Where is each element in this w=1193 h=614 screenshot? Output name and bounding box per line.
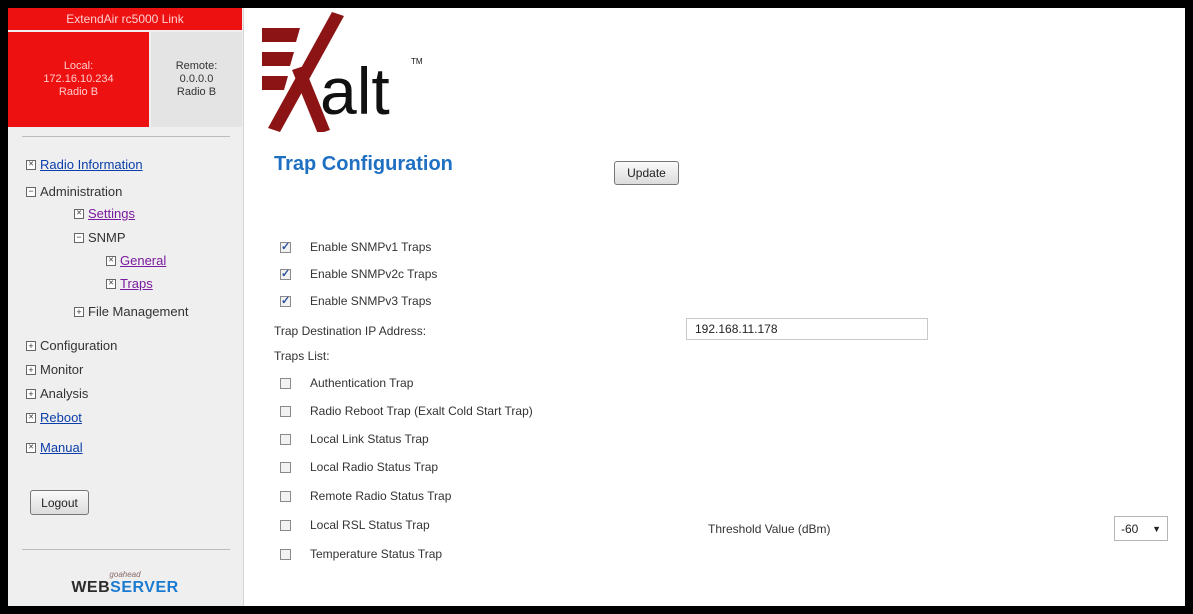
nav-reboot[interactable]: Reboot xyxy=(26,410,82,425)
trap-row-local-radio[interactable]: Local Radio Status Trap xyxy=(280,458,438,476)
snmpv2c-row[interactable]: Enable SNMPv2c Traps xyxy=(280,265,437,283)
trap-row-temperature[interactable]: Temperature Status Trap xyxy=(280,545,442,563)
snmpv2c-label: Enable SNMPv2c Traps xyxy=(310,267,438,281)
page-title: Trap Configuration xyxy=(274,153,453,175)
traps-list-label: Traps List: xyxy=(274,349,330,363)
expanded-node-icon[interactable] xyxy=(26,186,36,197)
collapsed-node-icon[interactable] xyxy=(26,364,36,375)
webserver-logo: WEBSERVER xyxy=(8,579,242,597)
expanded-node-icon[interactable] xyxy=(74,232,84,243)
local-ip: 172.16.10.234 xyxy=(43,73,114,85)
leaf-node-icon xyxy=(74,208,84,219)
nav-configuration[interactable]: Configuration xyxy=(26,338,117,353)
leaf-node-icon xyxy=(26,442,36,453)
nav-traps[interactable]: Traps xyxy=(106,276,153,291)
exalt-logo: alt TM xyxy=(262,12,423,132)
webserver-part1: WEB xyxy=(71,579,111,596)
snmpv3-checkbox[interactable] xyxy=(280,294,291,307)
trap-checkbox[interactable] xyxy=(280,519,291,531)
monitor-label: Monitor xyxy=(40,362,84,377)
trap-checkbox[interactable] xyxy=(280,548,291,560)
chevron-down-icon: ▼ xyxy=(1152,523,1161,534)
threshold-select[interactable]: -60 ▼ xyxy=(1114,516,1168,541)
sidebar: ExtendAir rc5000 Link Local: 172.16.10.2… xyxy=(8,8,244,606)
trap-label: Authentication Trap xyxy=(310,376,414,390)
reboot-link[interactable]: Reboot xyxy=(40,410,82,425)
trap-checkbox[interactable] xyxy=(280,405,291,417)
threshold-value: -60 xyxy=(1121,521,1139,536)
leaf-node-icon xyxy=(26,412,36,423)
configuration-label: Configuration xyxy=(40,338,118,353)
snmpv3-label: Enable SNMPv3 Traps xyxy=(310,294,432,308)
nav-general[interactable]: General xyxy=(106,253,166,268)
trap-label: Remote Radio Status Trap xyxy=(310,489,452,503)
manual-link[interactable]: Manual xyxy=(40,440,83,455)
threshold-label: Threshold Value (dBm) xyxy=(708,522,831,536)
trap-destination-label: Trap Destination IP Address: xyxy=(274,324,427,338)
divider xyxy=(22,549,230,550)
trap-label: Radio Reboot Trap (Exalt Cold Start Trap… xyxy=(310,404,533,418)
trap-row-remote-radio[interactable]: Remote Radio Status Trap xyxy=(280,487,451,505)
leaf-node-icon xyxy=(106,278,116,289)
remote-radio: Radio B xyxy=(176,86,217,98)
remote-radio-box: Remote: 0.0.0.0 Radio B xyxy=(151,32,242,127)
trap-destination-ip-input[interactable] xyxy=(686,318,928,340)
trap-row-local-link[interactable]: Local Link Status Trap xyxy=(280,430,429,448)
collapsed-node-icon[interactable] xyxy=(26,388,36,399)
snmpv3-row[interactable]: Enable SNMPv3 Traps xyxy=(280,292,431,310)
webserver-part2: SERVER xyxy=(110,579,179,596)
nav-file-management[interactable]: File Management xyxy=(74,304,188,319)
remote-ip: 0.0.0.0 xyxy=(179,73,214,85)
radio-information-link[interactable]: Radio Information xyxy=(40,157,143,172)
snmp-label: SNMP xyxy=(88,230,126,245)
file-management-label: File Management xyxy=(88,304,189,319)
nav-snmp[interactable]: SNMP xyxy=(74,230,126,245)
snmpv2c-checkbox[interactable] xyxy=(280,267,291,280)
trap-label: Local Radio Status Trap xyxy=(310,460,439,474)
trap-row-radio-reboot[interactable]: Radio Reboot Trap (Exalt Cold Start Trap… xyxy=(280,402,533,420)
update-button[interactable]: Update xyxy=(614,161,679,185)
page-frame: ExtendAir rc5000 Link Local: 172.16.10.2… xyxy=(8,8,1185,606)
logo-brand-text: alt xyxy=(320,54,390,128)
trap-checkbox[interactable] xyxy=(280,377,291,389)
nav-settings[interactable]: Settings xyxy=(74,206,135,221)
settings-link[interactable]: Settings xyxy=(88,206,135,221)
divider xyxy=(22,136,230,137)
traps-link[interactable]: Traps xyxy=(120,276,153,291)
nav-administration[interactable]: Administration xyxy=(26,184,122,199)
snmpv1-checkbox[interactable] xyxy=(280,240,291,253)
trap-row-authentication[interactable]: Authentication Trap xyxy=(280,374,413,392)
trap-label: Temperature Status Trap xyxy=(310,547,443,561)
logout-button[interactable]: Logout xyxy=(30,490,89,515)
remote-label: Remote: xyxy=(175,60,218,72)
trap-label: Local Link Status Trap xyxy=(310,432,429,446)
trap-checkbox[interactable] xyxy=(280,433,291,445)
local-radio: Radio B xyxy=(58,86,99,98)
snmpv1-label: Enable SNMPv1 Traps xyxy=(310,240,432,254)
analysis-label: Analysis xyxy=(40,386,89,401)
collapsed-node-icon[interactable] xyxy=(74,306,84,317)
local-label: Local: xyxy=(63,60,94,72)
link-title: ExtendAir rc5000 Link xyxy=(8,8,242,30)
collapsed-node-icon[interactable] xyxy=(26,340,36,351)
goahead-text: goahead xyxy=(109,570,141,579)
trap-checkbox[interactable] xyxy=(280,490,291,502)
collapsed-node-icon xyxy=(26,159,36,170)
nav-monitor[interactable]: Monitor xyxy=(26,362,83,377)
nav-manual[interactable]: Manual xyxy=(26,440,83,455)
administration-label: Administration xyxy=(40,184,123,199)
trap-label: Local RSL Status Trap xyxy=(310,518,430,532)
local-radio-box: Local: 172.16.10.234 Radio B xyxy=(8,32,149,127)
general-link[interactable]: General xyxy=(120,253,166,268)
snmpv1-row[interactable]: Enable SNMPv1 Traps xyxy=(280,238,431,256)
trap-row-local-rsl[interactable]: Local RSL Status Trap xyxy=(280,516,430,534)
nav-analysis[interactable]: Analysis xyxy=(26,386,88,401)
trademark-text: TM xyxy=(411,57,423,66)
leaf-node-icon xyxy=(106,255,116,266)
nav-radio-information[interactable]: Radio Information xyxy=(26,157,143,172)
trap-checkbox[interactable] xyxy=(280,461,291,473)
